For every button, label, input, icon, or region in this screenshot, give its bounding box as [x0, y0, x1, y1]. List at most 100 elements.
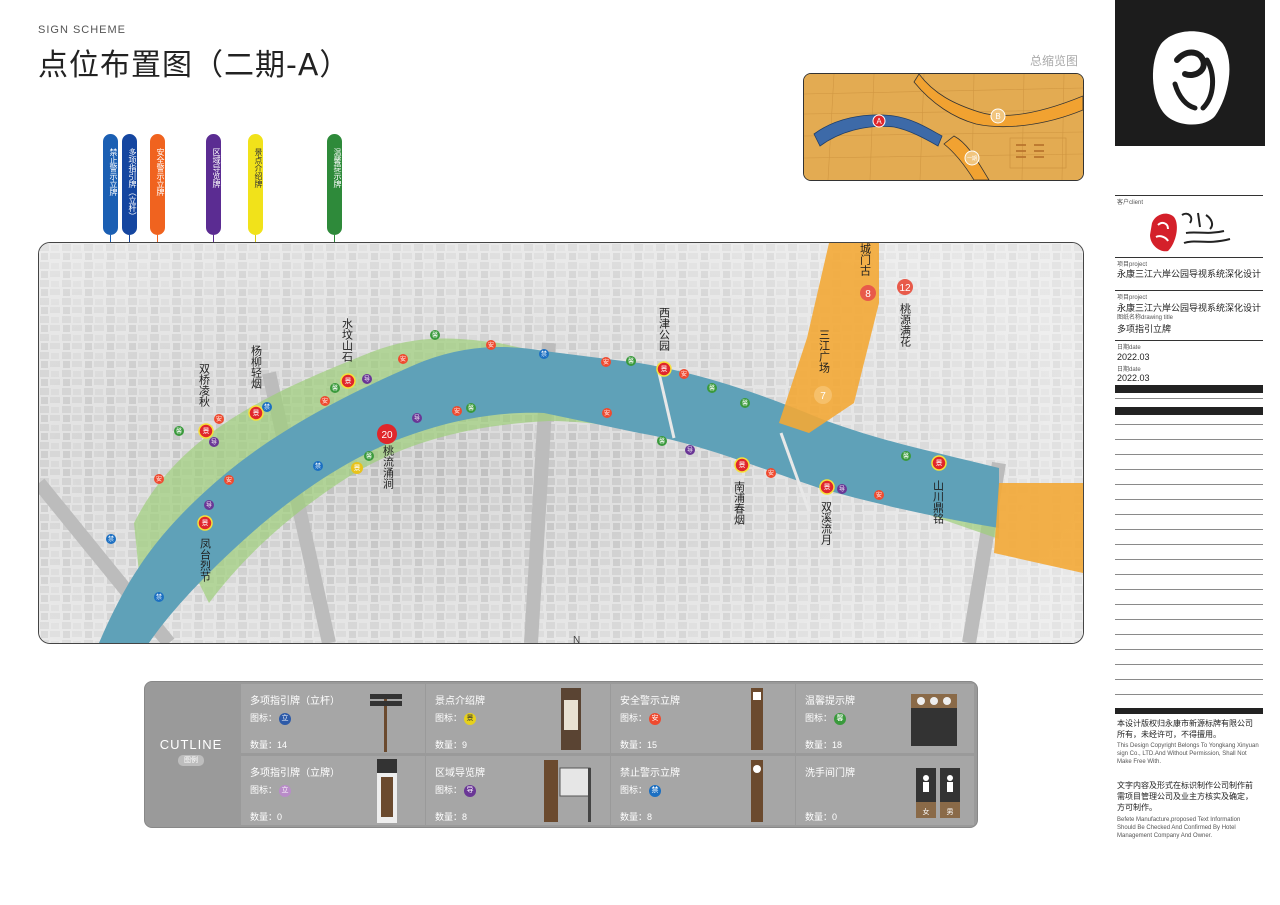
- cutline-title: CUTLINE: [159, 737, 223, 752]
- panel-rule: [1115, 398, 1263, 399]
- area-guide-board-icon: [544, 760, 591, 822]
- svg-text:景: 景: [345, 377, 352, 385]
- forbid-post-icon: [751, 760, 763, 822]
- area-guide-marker: 导: [412, 413, 422, 423]
- panel-divider: [1115, 195, 1263, 196]
- svg-text:导: 导: [364, 376, 370, 383]
- compass-north: N: [573, 635, 580, 643]
- pole-sign-icon: [370, 694, 402, 752]
- area-number-12: 12: [897, 279, 913, 295]
- legend-item-multi-pole: 多项指引牌（立杆） 图标：立 数量：14: [241, 684, 425, 753]
- warm-tip-marker: 馨: [740, 398, 750, 408]
- panel-divider: [1115, 257, 1263, 258]
- place-label: 三江广场: [818, 329, 831, 374]
- panel-divider: [1115, 290, 1263, 291]
- overview-label: 总缩览图: [1030, 54, 1079, 68]
- safety-sign-marker: 安: [679, 369, 689, 379]
- brand-logo-icon: [1152, 31, 1230, 125]
- svg-text:女: 女: [923, 807, 930, 816]
- warm-tip-marker: 馨: [901, 451, 911, 461]
- legend-item-area-guide: 区域导览牌 图标：导 数量：8: [426, 756, 610, 825]
- scenic-intro-marker: 景: [931, 455, 947, 471]
- forbid-sign-marker: 禁: [313, 461, 323, 471]
- svg-text:馨: 馨: [366, 452, 372, 460]
- svg-text:禁: 禁: [541, 351, 547, 358]
- overview-map[interactable]: A B 一期: [803, 73, 1084, 181]
- legend-icon: 景: [464, 712, 477, 725]
- warm-tip-marker: 馨: [174, 426, 184, 436]
- safety-sign-marker: 安: [214, 414, 224, 424]
- legend-bar-warm-tip: 温馨提示牌: [327, 134, 342, 235]
- client-label: 客户client: [1117, 200, 1144, 206]
- legend-item-multi-board: 多项指引牌（立牌） 图标：立 数量：0: [241, 756, 425, 825]
- scenic-board-icon: [561, 688, 581, 750]
- legend-icon: 立: [279, 784, 292, 797]
- warm-tip-marker: 馨: [657, 436, 667, 446]
- svg-text:导: 导: [839, 486, 845, 493]
- svg-text:安: 安: [876, 491, 882, 499]
- safety-sign-marker: 安: [486, 340, 496, 350]
- svg-text:景: 景: [203, 427, 210, 435]
- sign-scheme-label: SIGN SCHEME: [38, 24, 127, 36]
- svg-text:安: 安: [768, 469, 774, 477]
- safety-sign-marker: 安: [766, 468, 776, 478]
- area-number-8: 8: [860, 285, 876, 301]
- area-guide-marker: 导: [204, 500, 214, 510]
- date-label: 日期date: [1117, 367, 1141, 373]
- warm-tip-marker: 馨: [466, 403, 476, 413]
- safety-post-icon: [751, 688, 763, 750]
- site-map-graphic: N 水坟山石 西津公园 杨柳轻烟 双桥凌秋 桃流涌涧 凤台烈节 南浦春烟 双溪流…: [39, 243, 1083, 643]
- scenic-intro-marker: 景: [351, 462, 363, 474]
- overview-marker-a: A: [872, 114, 886, 128]
- legend-icon: 立: [279, 712, 292, 725]
- svg-text:8: 8: [865, 289, 871, 300]
- legend-bar-scenic: 景点介绍牌: [248, 134, 263, 235]
- scenic-intro-marker: 景: [656, 361, 672, 377]
- svg-text:禁: 禁: [156, 594, 162, 601]
- warm-tip-marker: 馨: [364, 451, 374, 461]
- legend-icon: 禁: [649, 784, 662, 797]
- warm-tip-marker: 馨: [430, 330, 440, 340]
- safety-sign-marker: 安: [452, 406, 462, 416]
- board-sign-icon: [377, 759, 397, 823]
- svg-text:馨: 馨: [628, 357, 634, 365]
- svg-text:安: 安: [604, 409, 610, 417]
- overview-marker-b: B: [990, 108, 1006, 124]
- restroom-sign-icon: 女 男: [916, 768, 960, 818]
- legend-bar-forbid: 禁止警示立牌: [103, 134, 118, 235]
- area-guide-marker: 导: [362, 374, 372, 384]
- client-logo-icon: [1150, 212, 1231, 252]
- svg-text:导: 导: [211, 439, 217, 446]
- site-map[interactable]: N 水坟山石 西津公园 杨柳轻烟 双桥凌秋 桃流涌涧 凤台烈节 南浦春烟 双溪流…: [38, 242, 1084, 644]
- date-value: 2022.03: [1117, 373, 1150, 383]
- forbid-sign-marker: 禁: [262, 402, 272, 412]
- scenic-intro-marker: 景: [197, 515, 213, 531]
- area-number-20: 20: [377, 424, 397, 444]
- legend-icon: 馨: [834, 712, 847, 725]
- svg-text:景: 景: [936, 459, 943, 467]
- copyright-en: This Design Copyright Belongs To Yongkan…: [1117, 743, 1259, 765]
- overview-marker-c: 一期: [964, 150, 980, 166]
- copyright-cn: 本设计版权归永康市新源标牌有限公司所有，未经许可，不得擅用。: [1117, 719, 1253, 739]
- note-en: Befete Manufacture,proposed Text Informa…: [1117, 817, 1241, 839]
- legend-item-warm-tip: 温馨提示牌 图标：馨 数量：18: [796, 684, 974, 753]
- project-label: 项目project: [1117, 295, 1148, 301]
- svg-text:12: 12: [899, 283, 911, 294]
- legend-bar-safety: 安全警示立牌: [150, 134, 165, 235]
- safety-sign-marker: 安: [601, 357, 611, 367]
- panel-band: [1115, 708, 1263, 714]
- svg-text:馨: 馨: [903, 452, 909, 460]
- overview-map-graphic: A B 一期: [804, 74, 1083, 180]
- svg-text:景: 景: [253, 409, 260, 417]
- panel-band: [1115, 385, 1263, 393]
- note-cn: 文字内容及形式在标识制作公司制作前需项目管理公司及业主方核实及确定，方可制作。: [1117, 781, 1253, 812]
- legend-item-restroom: 洗手间门牌 数量：0 女 男: [796, 756, 974, 825]
- project-name: 永康三江六岸公园导视系统深化设计: [1117, 269, 1262, 279]
- svg-text:一期: 一期: [967, 156, 977, 162]
- scenic-intro-marker: 景: [340, 373, 356, 389]
- safety-sign-marker: 安: [224, 475, 234, 485]
- place-label: 桃源满花: [899, 302, 912, 347]
- cutline-legend: CUTLINE 图例 多项指引牌（立杆） 图标：立 数量：14 景点介绍牌 图标…: [144, 681, 978, 828]
- safety-sign-marker: 安: [154, 474, 164, 484]
- legend-icon: 安: [649, 712, 662, 725]
